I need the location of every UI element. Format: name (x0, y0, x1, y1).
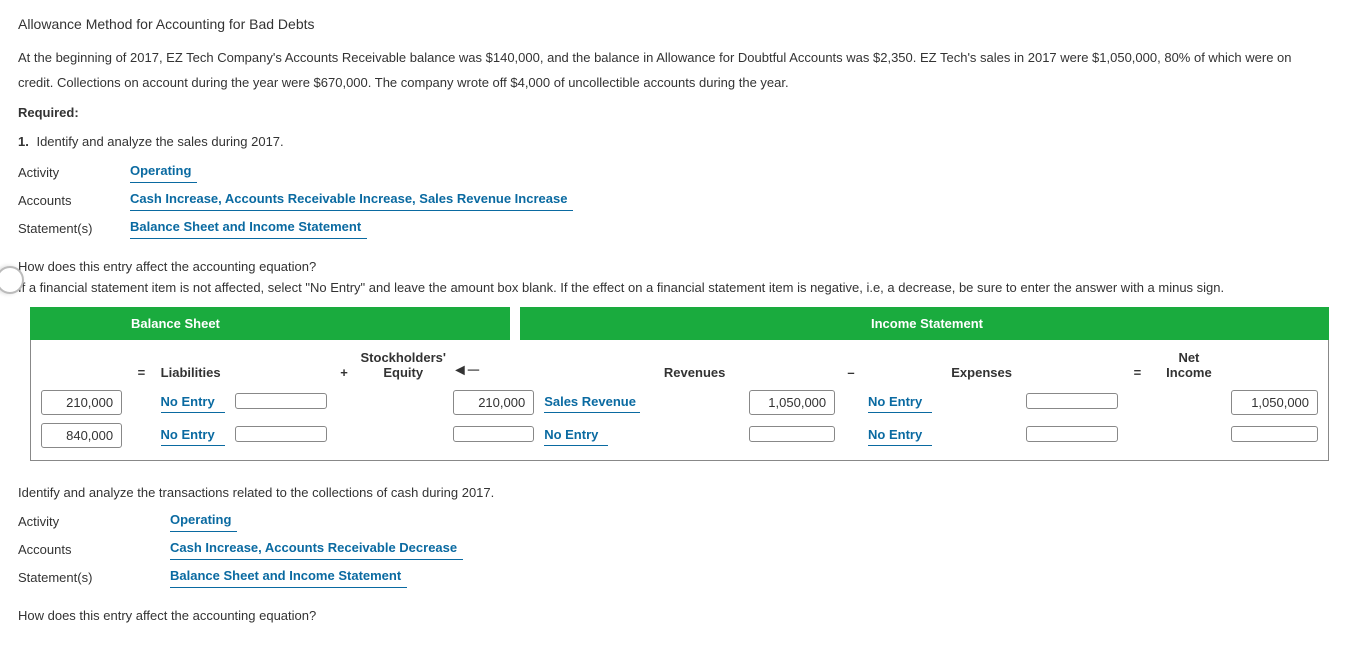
activity-dropdown-2[interactable]: Operating (170, 510, 237, 532)
liability-input[interactable] (235, 393, 327, 409)
revenue-input[interactable] (749, 426, 836, 442)
liabilities-header: Liabilities (161, 365, 226, 380)
liability-dropdown[interactable]: No Entry (161, 425, 225, 446)
accounts-dropdown[interactable]: Cash Increase, Accounts Receivable Incre… (130, 189, 573, 211)
revenue-input[interactable]: 1,050,000 (749, 390, 836, 415)
required-label: Required: (18, 105, 1329, 120)
subquestion-2: How does this entry affect the accountin… (18, 608, 1329, 623)
activity-label: Activity (18, 165, 130, 180)
equation-table: = Liabilities + Stockholders' Equity ◄─ … (30, 340, 1329, 461)
page-title: Allowance Method for Accounting for Bad … (18, 16, 1329, 32)
equity-header: Equity (361, 365, 446, 380)
liability-input[interactable] (235, 426, 327, 442)
activity-label-2: Activity (18, 514, 170, 529)
liability-dropdown[interactable]: No Entry (161, 392, 225, 413)
equity-input[interactable] (453, 426, 534, 442)
netincome-input[interactable]: 1,050,000 (1231, 390, 1318, 415)
equals-sign-2: = (1128, 365, 1146, 380)
section2-text: Identify and analyze the transactions re… (18, 485, 1329, 500)
expense-input[interactable] (1026, 426, 1118, 442)
statements-label-2: Statement(s) (18, 570, 170, 585)
assets-input[interactable]: 210,000 (41, 390, 122, 415)
equals-sign: = (132, 365, 150, 380)
revenue-dropdown[interactable]: No Entry (544, 425, 608, 446)
equity-input[interactable]: 210,000 (453, 390, 534, 415)
instruction-text: If a financial statement item is not aff… (18, 278, 1329, 299)
accounts-label: Accounts (18, 193, 130, 208)
statements-label: Statement(s) (18, 221, 130, 236)
expenses-header: Expenses (951, 365, 1016, 380)
activity-dropdown[interactable]: Operating (130, 161, 197, 183)
accounts-label-2: Accounts (18, 542, 170, 557)
statements-dropdown-2[interactable]: Balance Sheet and Income Statement (170, 566, 407, 588)
revenues-header: Revenues (664, 365, 738, 380)
table-row: 840,000 No Entry No Entry No Entry (41, 419, 1318, 452)
netincome-input[interactable] (1231, 426, 1318, 442)
expense-dropdown[interactable]: No Entry (868, 392, 932, 413)
net-header: Net (1157, 350, 1222, 365)
accounts-dropdown-2[interactable]: Cash Increase, Accounts Receivable Decre… (170, 538, 463, 560)
intro-paragraph: At the beginning of 2017, EZ Tech Compan… (18, 46, 1329, 95)
arrow-icon: ◄─ (452, 362, 533, 380)
expense-input[interactable] (1026, 393, 1118, 409)
plus-sign: + (338, 365, 351, 380)
expense-dropdown[interactable]: No Entry (868, 425, 932, 446)
table-row: 210,000 No Entry 210,000 Sales Revenue 1… (41, 386, 1318, 419)
req1-text: Identify and analyze the sales during 20… (32, 134, 283, 149)
balance-sheet-header: Balance Sheet (30, 307, 510, 340)
revenue-dropdown[interactable]: Sales Revenue (544, 392, 640, 413)
minus-sign: – (845, 365, 858, 380)
income-header: Income (1157, 365, 1222, 380)
statements-dropdown[interactable]: Balance Sheet and Income Statement (130, 217, 367, 239)
income-statement-header: Income Statement (520, 307, 1329, 340)
req1-number: 1. (18, 134, 29, 149)
stockholders-header: Stockholders' (361, 350, 446, 365)
subquestion-1: How does this entry affect the accountin… (18, 259, 1329, 274)
assets-input[interactable]: 840,000 (41, 423, 122, 448)
